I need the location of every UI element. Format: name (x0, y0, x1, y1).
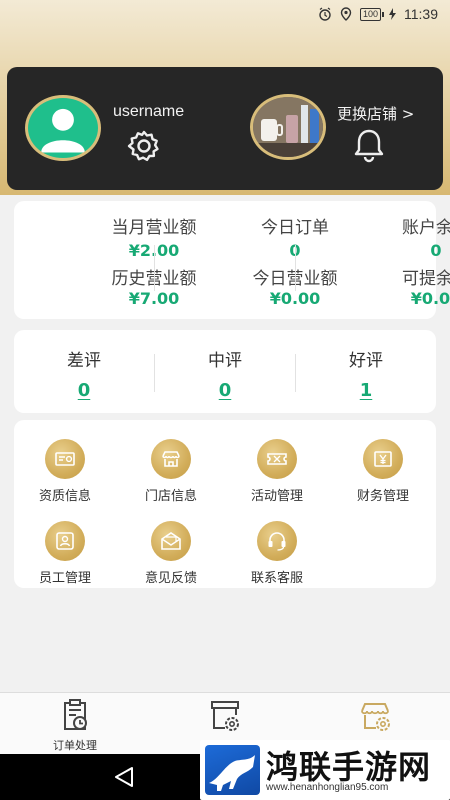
menu-label: 活动管理 (250, 489, 303, 504)
charging-icon (389, 8, 396, 20)
review-count-negative[interactable]: 0 (24, 380, 144, 401)
headset-icon (257, 521, 297, 561)
username-label: username (113, 103, 185, 120)
stat-value: ¥0.00 (410, 289, 450, 308)
review-label-neutral: 中评 (208, 351, 242, 371)
stat-label: 账户余额 (402, 218, 450, 238)
menu-item-staff[interactable]: 员工管理 (15, 521, 115, 586)
function-menu-card: 资质信息 门店信息 活动管理 财务管理 员工管理 意见反馈 联系客服 (14, 420, 436, 588)
staff-card-icon (45, 521, 85, 561)
default-user-icon (41, 108, 85, 153)
watermark-logo (205, 745, 260, 795)
menu-item-activity[interactable]: 活动管理 (227, 439, 327, 504)
stat-value: 0 (430, 241, 442, 260)
menu-item-qualification[interactable]: 资质信息 (15, 439, 115, 504)
shop-settings-icon (361, 703, 390, 731)
watermark-url: www.henanhonglian95.com (266, 782, 389, 793)
stat-value: ¥7.00 (128, 289, 180, 308)
shop-photo-image (253, 97, 323, 157)
order-clipboard-icon (64, 699, 87, 730)
menu-item-customer-service[interactable]: 联系客服 (227, 521, 327, 586)
review-label-positive: 好评 (349, 351, 383, 371)
location-icon (340, 7, 352, 21)
divider (154, 354, 155, 392)
feedback-envelope-icon (151, 521, 191, 561)
ticket-icon (257, 439, 297, 479)
reviews-card: 差评 0 中评 0 好评 1 (14, 330, 436, 413)
storefront-icon (151, 439, 191, 479)
watermark-overlay: 鸿联手游网 www.henanhonglian95.com (200, 740, 450, 800)
stats-card: 当月营业额 ¥2.00 今日订单 0 账户余额 0 历史营业额 ¥7.00 今日… (14, 201, 450, 319)
stat-label: 可提余额 (402, 269, 450, 289)
user-avatar[interactable] (25, 95, 101, 161)
review-count-neutral[interactable]: 0 (165, 380, 285, 401)
menu-label: 意见反馈 (144, 571, 197, 586)
menu-item-feedback[interactable]: 意见反馈 (121, 521, 221, 586)
review-count-positive[interactable]: 1 (306, 380, 426, 401)
notification-bell-icon[interactable] (349, 125, 389, 165)
menu-label: 资质信息 (38, 489, 91, 504)
shop-photo[interactable] (250, 94, 326, 160)
menu-label: 门店信息 (144, 489, 197, 504)
finance-icon (363, 439, 403, 479)
back-triangle-icon[interactable] (112, 766, 136, 788)
review-label-negative: 差评 (67, 351, 101, 371)
settings-gear-icon[interactable] (125, 127, 163, 165)
divider (295, 354, 296, 392)
status-bar: 100 11:39 (0, 0, 450, 28)
menu-item-store-info[interactable]: 门店信息 (121, 439, 221, 504)
stat-label: 今日订单 (261, 218, 329, 238)
menu-label: 员工管理 (38, 571, 91, 586)
stat-value: ¥0.00 (269, 289, 321, 308)
battery-indicator: 100 (359, 7, 385, 21)
menu-label: 财务管理 (356, 489, 409, 504)
alarm-icon (318, 7, 332, 21)
switch-shop-link[interactable]: 更换店铺 > (337, 103, 414, 124)
divider (295, 245, 296, 291)
profile-card: username 更换店铺 > (7, 67, 443, 190)
menu-label: 联系客服 (250, 571, 303, 586)
settings-box-icon (211, 701, 239, 731)
nav-label: 订单处理 (53, 739, 97, 752)
nav-tab-management[interactable] (175, 697, 275, 737)
divider (154, 245, 155, 291)
menu-item-finance[interactable]: 财务管理 (333, 439, 433, 504)
certificate-icon (45, 439, 85, 479)
nav-tab-shop[interactable] (325, 697, 425, 737)
clock-time: 11:39 (404, 6, 438, 22)
nav-tab-orders[interactable]: 订单处理 (25, 697, 125, 753)
stat-label: 当月营业额 (111, 218, 197, 238)
